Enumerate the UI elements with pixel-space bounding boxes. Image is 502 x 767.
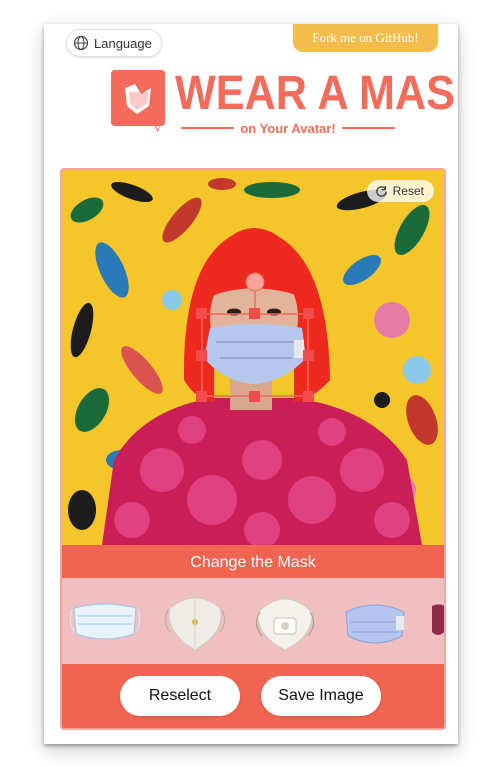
avatar-canvas[interactable]: Reset <box>62 170 444 545</box>
action-bar: Reselect Save Image <box>62 664 444 728</box>
blue-kn95-mask-option[interactable] <box>340 588 410 654</box>
logo-subtitle: on Your Avatar! <box>181 120 396 136</box>
globe-icon <box>73 35 89 51</box>
mask-selector <box>62 578 444 664</box>
reset-button[interactable]: Reset <box>366 180 434 202</box>
reset-icon <box>375 185 387 197</box>
language-label: Language <box>94 35 152 51</box>
app-frame: Language Fork me on GitHub! V WEAR A MAS… <box>44 24 458 744</box>
language-button[interactable]: Language <box>66 29 162 57</box>
fork-github-ribbon[interactable]: Fork me on GitHub! <box>293 24 438 52</box>
n95-mask-white-option[interactable] <box>160 588 230 654</box>
subtitle-rule-right <box>341 127 396 129</box>
partial-mask-option[interactable] <box>428 588 444 654</box>
surgical-mask-option[interactable] <box>70 588 140 654</box>
change-mask-title: Change the Mask <box>62 547 444 578</box>
save-image-button[interactable]: Save Image <box>261 676 381 716</box>
reset-label: Reset <box>392 184 424 198</box>
subtitle-rule-left <box>181 127 235 129</box>
logo-letter: V <box>153 120 163 134</box>
reselect-button[interactable]: Reselect <box>120 676 240 716</box>
3m-respirator-mask-option[interactable] <box>250 588 320 654</box>
logo-title: WEAR A MASK <box>175 67 458 120</box>
avatar-image <box>62 170 444 545</box>
mask-editor: Reset Change the Mask Reselect Save Imag… <box>60 168 446 730</box>
logo-subtitle-text: on Your Avatar! <box>240 120 336 136</box>
logo-icon: V <box>111 70 165 134</box>
